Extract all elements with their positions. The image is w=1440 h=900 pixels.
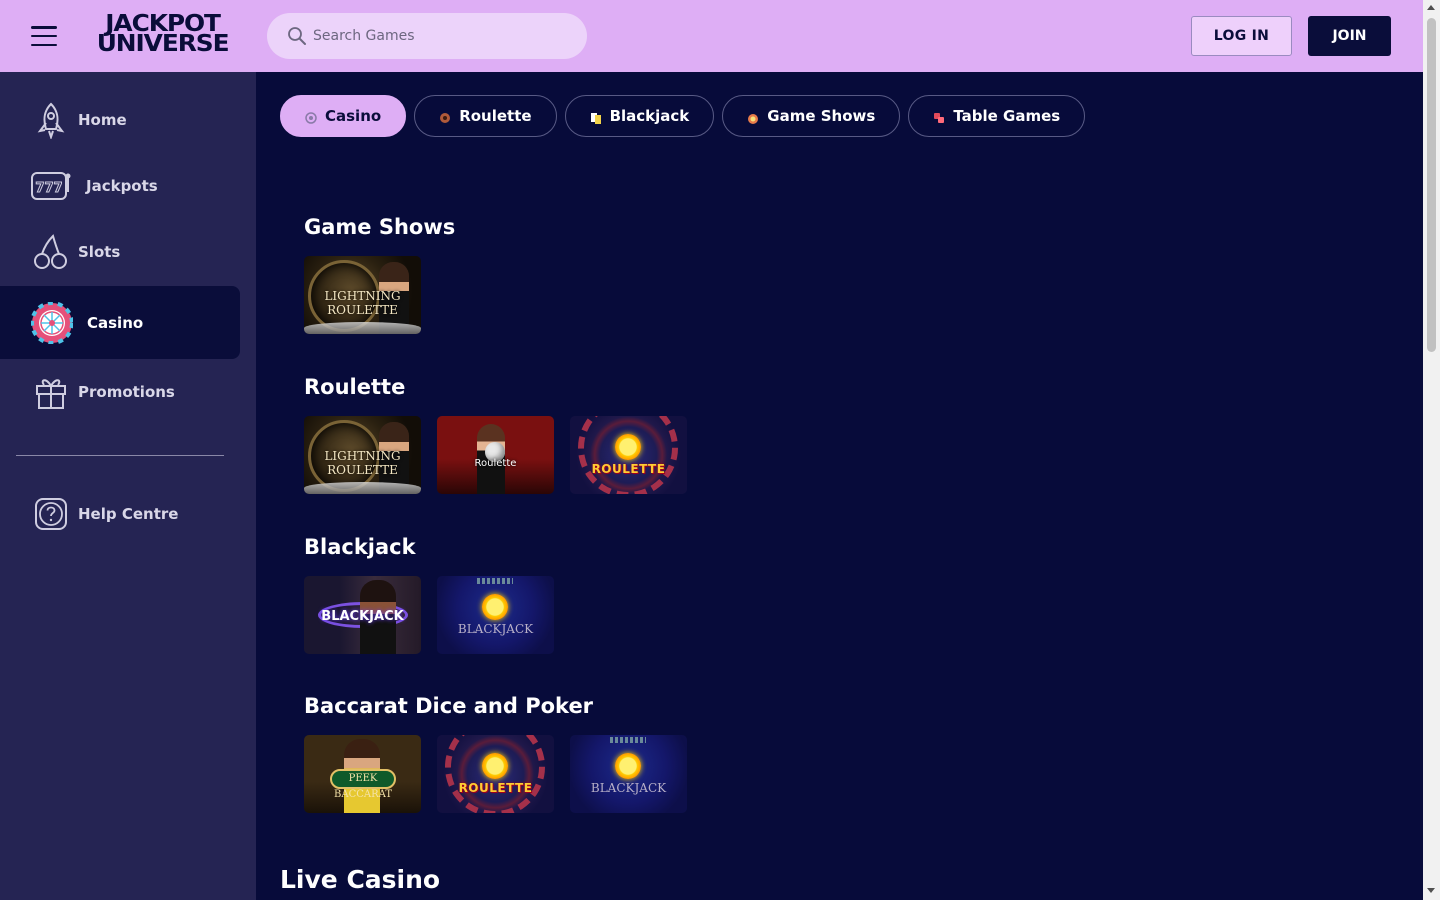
cherries-icon [30,231,72,273]
tab-roulette[interactable]: Roulette [414,95,557,137]
game-caption: LIGHTNING ROULETTE [324,289,401,317]
search-box[interactable] [267,13,587,59]
section-title-live-casino: Live Casino [280,865,441,894]
game-tile-peek-baccarat[interactable]: PEEK BACCARAT [304,735,421,813]
sidebar-item-home[interactable]: Home [0,98,240,142]
sidebar: Home 777 Jackpots Slots Casino Promotion… [0,72,256,900]
hamburger-menu-icon[interactable] [31,26,57,46]
game-caption: BLACKJACK [590,781,667,795]
logo-line-2: UNIVERSE [96,31,230,57]
tab-label: Table Games [953,107,1061,125]
section-title-roulette: Roulette [304,375,406,399]
sidebar-item-label: Help Centre [78,505,179,523]
game-caption: BLACKJACK [457,622,534,636]
sidebar-item-label: Home [78,111,127,129]
sidebar-item-slots[interactable]: Slots [0,230,240,274]
playing-cards-icon [590,110,602,124]
game-tile-blackjack[interactable]: BLACKJACK [437,576,554,654]
game-show-wheel-icon [747,110,759,124]
game-tile-roulette[interactable]: ROULETTE [437,735,554,813]
roulette-wheel-icon [305,110,317,124]
tab-label: Roulette [459,107,532,125]
help-question-icon [30,493,72,535]
baccarat-dice-poker-row: PEEK BACCARAT ROULETTE BLACKJACK [304,735,687,813]
sidebar-item-label: Promotions [78,383,175,401]
game-tile-lightning-roulette[interactable]: LIGHTNING ROULETTE [304,256,421,334]
game-caption: ROULETTE [458,781,533,795]
game-caption: BLACKJACK [321,609,404,624]
slot-machine-icon: 777 [30,165,72,207]
sidebar-item-jackpots[interactable]: 777 Jackpots [0,164,240,208]
tab-blackjack[interactable]: Blackjack [564,95,715,137]
sidebar-item-promotions[interactable]: Promotions [0,370,240,414]
section-title-blackjack: Blackjack [304,535,416,559]
category-tabs: Casino Roulette Blackjack Game Shows Tab… [280,95,1086,137]
gift-icon [30,371,72,413]
tab-casino[interactable]: Casino [280,95,407,137]
sidebar-item-casino[interactable]: Casino [0,286,240,359]
section-title-baccarat-dice-poker: Baccarat Dice and Poker [304,694,594,718]
tab-game-shows[interactable]: Game Shows [722,95,901,137]
table-graphic [304,482,421,494]
jackpot-universe-logo[interactable]: JACKPOT UNIVERSE [87,13,237,58]
login-button[interactable]: LOG IN [1191,16,1292,56]
table-graphic [304,322,421,334]
tab-label: Blackjack [609,107,690,125]
game-tile-roulette-live[interactable]: Roulette [437,416,554,494]
sidebar-item-label: Casino [87,313,144,332]
sidebar-divider [16,455,224,456]
svg-text:777: 777 [35,181,62,196]
card-shoe-graphic [477,578,513,584]
game-caption: PEEK BACCARAT [330,769,396,800]
scroll-thumb[interactable] [1427,18,1436,352]
rocket-icon [30,99,72,141]
sun-logo-icon [615,434,641,460]
sun-logo-icon [615,753,641,779]
tab-table-games[interactable]: Table Games [908,95,1086,137]
dice-icon [933,110,945,123]
scroll-up-arrow-icon[interactable] [1427,5,1435,10]
sun-logo-icon [482,753,508,779]
roulette-ball-icon [439,110,451,123]
card-shoe-graphic [610,737,646,743]
tab-label: Casino [325,107,382,125]
game-caption: LIGHTNING ROULETTE [324,449,401,477]
search-icon [288,27,306,45]
sidebar-item-label: Jackpots [86,177,158,195]
sun-logo-icon [482,594,508,620]
roulette-wheel-icon [30,301,74,345]
blackjack-row: BLACKJACK BLACKJACK [304,576,554,654]
sidebar-item-label: Slots [78,243,121,261]
game-caption: ROULETTE [591,462,666,476]
main-content: Casino Roulette Blackjack Game Shows Tab… [256,72,1423,900]
vertical-scrollbar[interactable] [1423,0,1440,900]
game-tile-lightning-roulette[interactable]: LIGHTNING ROULETTE [304,416,421,494]
search-input[interactable] [313,28,573,44]
scroll-down-arrow-icon[interactable] [1427,888,1435,893]
top-header: JACKPOT UNIVERSE LOG IN JOIN [0,0,1423,72]
game-tile-blackjack[interactable]: BLACKJACK [570,735,687,813]
sidebar-item-help-centre[interactable]: Help Centre [0,492,240,536]
section-title-game-shows: Game Shows [304,215,456,239]
roulette-row: LIGHTNING ROULETTE Roulette ROULETTE [304,416,687,494]
tab-label: Game Shows [767,107,876,125]
game-tile-blackjack-live[interactable]: BLACKJACK [304,576,421,654]
join-button[interactable]: JOIN [1308,16,1391,56]
game-caption: Roulette [474,458,517,469]
game-shows-row: LIGHTNING ROULETTE [304,256,421,334]
game-tile-roulette[interactable]: ROULETTE [570,416,687,494]
